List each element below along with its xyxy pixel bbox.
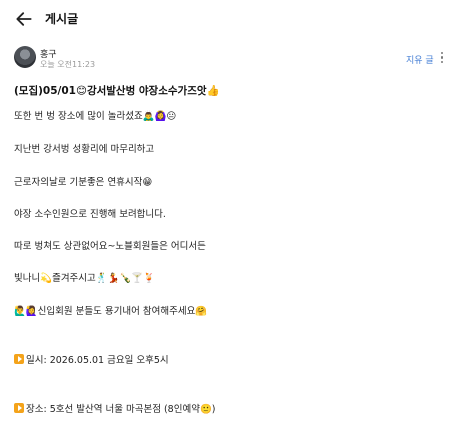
place-line: 장소: 5호선 발산역 너울 마곡본점 (8인예약🙂)	[14, 401, 216, 415]
post-title-suffix: 강서발산벙 야장소수가즈앗	[86, 85, 207, 97]
play-button-icon	[14, 354, 24, 364]
more-vertical-icon[interactable]	[438, 50, 446, 66]
delete-post-button[interactable]: 지유 글	[406, 53, 434, 66]
post-line: 따로 벙쳐도 상관없어요~노블회원들은 어디서든	[14, 238, 206, 252]
post-line: 🙋‍♂️🙋‍♀️신입회원 분들도 용기내어 참여해주세요🤗	[14, 303, 207, 317]
line-text: 신입회원 분들도 용기내어 참여해주세요	[37, 306, 196, 317]
line-text: 지난번 강서벙 성황리에 마무리하고	[14, 144, 155, 155]
thumbs-up-emoji: 👍	[206, 85, 220, 97]
date-text: 일시: 2026.05.01 금요일 오후5시	[26, 355, 169, 366]
line-text: 근로자의날로 기분좋은 연휴시작	[14, 177, 143, 188]
avatar[interactable]	[14, 46, 36, 68]
line-emoji: 🙋‍♂️🙋‍♀️	[14, 306, 38, 317]
line-text: 빛나니	[14, 273, 41, 284]
post-line: 야장 소수인원으로 진행해 보려합니다.	[14, 206, 166, 220]
post-time: 오늘 오전11:23	[40, 60, 96, 69]
date-line: 일시: 2026.05.01 금요일 오후5시	[14, 352, 169, 366]
line-text: 즐겨주시고	[52, 273, 96, 284]
line-emoji: 😁	[142, 177, 153, 188]
line-emoji: 💫	[40, 273, 53, 284]
arrow-left-icon[interactable]	[14, 9, 34, 29]
line-text: 야장 소수인원으로 진행해 보려합니다.	[14, 209, 166, 220]
line-emoji: 🙇‍♂️🙆‍♀️😐	[142, 111, 177, 122]
post-line: 지난번 강서벙 성황리에 마무리하고	[14, 141, 154, 155]
line-text: 따로 벙쳐도 상관없어요~노블회원들은 어디서든	[14, 241, 206, 252]
place-text: 장소: 5호선 발산역 너울 마곡본점 (8인예약	[26, 404, 200, 415]
line-emoji: 🕺💃🍾🍸🍹	[95, 273, 155, 284]
grin-emoji: 😊	[75, 85, 87, 97]
post-line: 빛나니💫즐겨주시고🕺💃🍾🍸🍹	[14, 270, 155, 284]
post-line: 근로자의날로 기분좋은 연휴시작😁	[14, 174, 152, 188]
page-title: 게시글	[45, 12, 79, 26]
post-title: (모집)05/01😊강서발산벙 야장소수가즈앗👍	[14, 83, 220, 98]
play-button-icon	[14, 403, 24, 413]
smile-emoji: 🙂	[199, 404, 212, 415]
line-emoji: 🤗	[195, 306, 208, 317]
post-line: 또한 번 벙 장소에 많이 놀라셨죠🙇‍♂️🙆‍♀️😐	[14, 108, 176, 122]
place-text-end: )	[211, 404, 216, 415]
line-text: 또한 번 벙 장소에 많이 놀라셨죠	[14, 111, 143, 122]
post-title-prefix: (모집)05/01	[14, 85, 76, 97]
app-bar: 게시글	[0, 0, 453, 38]
author-row: 홍구 오늘 오전11:23 지유 글	[0, 44, 453, 74]
